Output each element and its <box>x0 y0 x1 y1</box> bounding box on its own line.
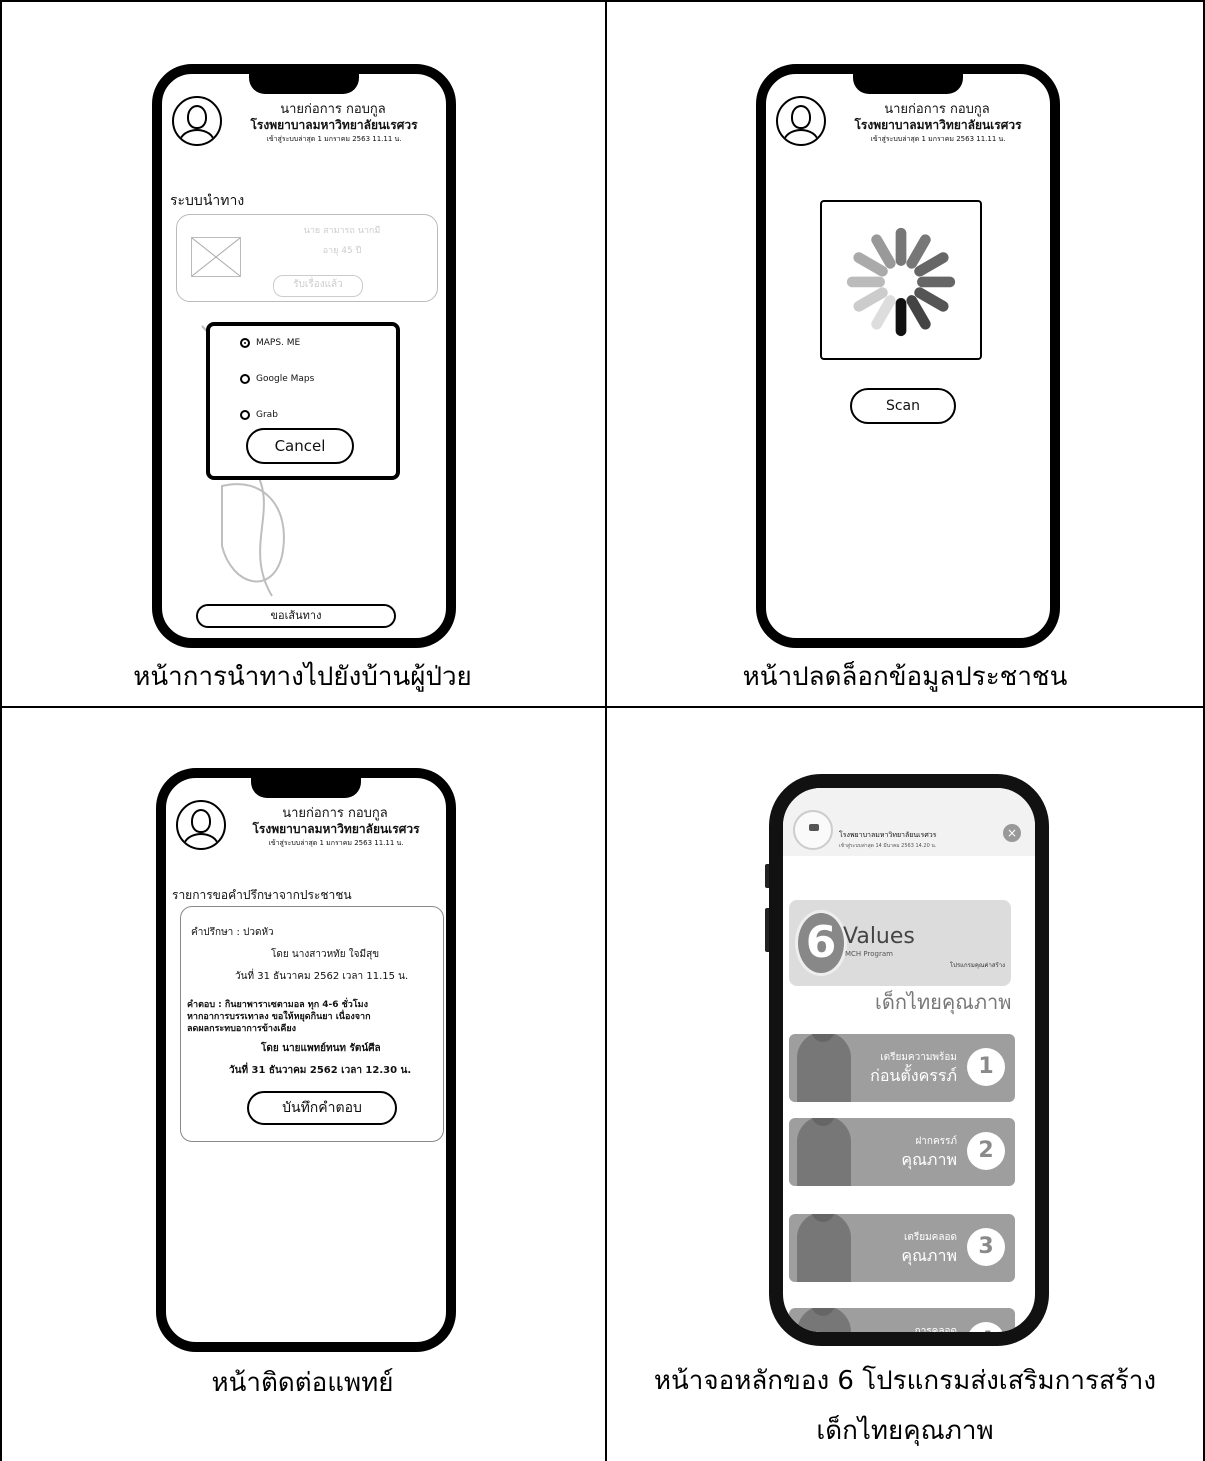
last-login: เข้าสู่ระบบล่าสุด 1 มกราคม 2563 11.11 น. <box>266 135 402 143</box>
phone-frame: นายก่อการ กอบกูล โรงพยาบาลมหาวิทยาลัยนเร… <box>156 768 456 1352</box>
illustration-icon <box>797 1034 851 1102</box>
option-maps-me[interactable]: MAPS. ME <box>240 338 300 348</box>
patient-card[interactable]: นาย สามารถ นากมี อายุ 45 ปี รับเรื่องแล้… <box>176 214 438 302</box>
last-login: เข้าสู่ระบบล่าสุด 1 มกราคม 2563 11.11 น. <box>268 839 404 847</box>
cell-mch: โรงพยาบาลมหาวิทยาลัยนเรศวร เข้าสู่ระบบล่… <box>605 708 1205 1461</box>
banner-small: โปรแกรมคุณค่าสร้าง <box>949 962 1005 969</box>
accepted-button[interactable]: รับเรื่องแล้ว <box>273 275 363 297</box>
caption-navigation: หน้าการนำทางไปยังบ้านผู้ป่วย <box>133 662 472 692</box>
avatar-icon <box>776 96 826 146</box>
save-answer-button[interactable]: บันทึกคำตอบ <box>247 1091 397 1125</box>
profile-header: นายก่อการ กอบกูล โรงพยาบาลมหาวิทยาลัยนเร… <box>166 800 446 870</box>
avatar-icon[interactable] <box>793 810 833 850</box>
user-org: โรงพยาบาลมหาวิทยาลัยนเรศวร <box>250 118 418 132</box>
avatar-icon <box>172 96 222 146</box>
cell-consult: นายก่อการ กอบกูล โรงพยาบาลมหาวิทยาลัยนเร… <box>0 708 605 1461</box>
phone-frame: นายก่อการ กอบกูล โรงพยาบาลมหาวิทยาลัยนเร… <box>756 64 1060 648</box>
patient-age: อายุ 45 ปี <box>322 246 362 256</box>
answered-date: วันที่ 31 ธันวาคม 2562 เวลา 12.30 น. <box>229 1065 412 1076</box>
image-placeholder-icon <box>191 237 241 277</box>
program-card-1[interactable]: เตรียมความพร้อม ก่อนตั้งครรภ์ 1 <box>789 1034 1015 1102</box>
banner-number: 6 <box>795 910 847 976</box>
banner-sub: MCH Program <box>845 950 893 958</box>
program-card-2[interactable]: ฝากครรภ์ คุณภาพ 2 <box>789 1118 1015 1186</box>
phone-notch <box>853 74 963 94</box>
answered-by: โดย นายแพทย์ทนท รัตน์ศีล <box>261 1043 381 1054</box>
phone-frame: โรงพยาบาลมหาวิทยาลัยนเรศวร เข้าสู่ระบบล่… <box>769 774 1049 1346</box>
answer-text: ลดผลกระทบอาการข้างเคียง <box>187 1024 297 1034</box>
cell-navigation: นายก่อการ กอบกูล โรงพยาบาลมหาวิทยาลัยนเร… <box>0 0 605 706</box>
user-org: โรงพยาบาลมหาวิทยาลัยนเรศวร <box>854 118 1022 132</box>
caption-mch-1: หน้าจอหลักของ 6 โปรแกรมส่งเสริมการสร้าง <box>653 1366 1157 1396</box>
radio-selected-icon[interactable] <box>240 338 250 348</box>
phone-notch <box>249 74 359 94</box>
page-title: ระบบนำทาง <box>170 193 245 209</box>
patient-name: นาย สามารถ นากมี <box>303 226 381 236</box>
profile-header: โรงพยาบาลมหาวิทยาลัยนเรศวร เข้าสู่ระบบล่… <box>783 788 1035 856</box>
question-text: คำปรึกษา : ปวดหัว <box>191 927 274 938</box>
user-org: โรงพยาบาลมหาวิทยาลัยนเรศวร <box>839 831 937 839</box>
map-app-dialog: MAPS. ME Google Maps Grab Cancel <box>206 322 400 480</box>
profile-header: นายก่อการ กอบกูล โรงพยาบาลมหาวิทยาลัยนเร… <box>162 96 446 166</box>
phone-notch <box>251 778 361 798</box>
program-card-3[interactable]: เตรียมคลอด คุณภาพ 3 <box>789 1214 1015 1282</box>
avatar-icon <box>176 800 226 850</box>
list-title: รายการขอคำปรึกษาจากประชาชน <box>172 888 352 902</box>
profile-header: นายก่อการ กอบกูล โรงพยาบาลมหาวิทยาลัยนเร… <box>766 96 1050 166</box>
phone-frame: นายก่อการ กอบกูล โรงพยาบาลมหาวิทยาลัยนเร… <box>152 64 456 648</box>
banner-word: Values <box>843 924 915 949</box>
cell-unlock: นายก่อการ กอบกูล โรงพยาบาลมหาวิทยาลัยนเร… <box>605 0 1205 706</box>
scan-button[interactable]: Scan <box>850 388 956 424</box>
program-card-4[interactable]: การคลอด 4 <box>789 1308 1015 1332</box>
illustration-icon <box>797 1214 851 1282</box>
option-grab[interactable]: Grab <box>240 410 278 420</box>
last-login: เข้าสู่ระบบล่าสุด 1 มกราคม 2563 11.11 น. <box>870 135 1006 143</box>
consult-card: คำปรึกษา : ปวดหัว โดย นางสาวหทัย ใจมีสุข… <box>180 906 444 1142</box>
option-google-maps[interactable]: Google Maps <box>240 374 314 384</box>
illustration-icon <box>797 1308 851 1332</box>
asked-date: วันที่ 31 ธันวาคม 2562 เวลา 11.15 น. <box>235 971 409 982</box>
request-route-button[interactable]: ขอเส้นทาง <box>196 604 396 628</box>
radio-icon[interactable] <box>240 374 250 384</box>
program-banner: 6 Values MCH Program โปรแกรมคุณค่าสร้าง <box>789 900 1011 986</box>
radio-icon[interactable] <box>240 410 250 420</box>
banner-title: เด็กไทยคุณภาพ <box>875 990 1012 1014</box>
user-org: โรงพยาบาลมหาวิทยาลัยนเรศวร <box>252 822 420 836</box>
cancel-button[interactable]: Cancel <box>246 428 354 464</box>
loading-spinner-icon <box>820 200 982 360</box>
illustration-icon <box>797 1118 851 1186</box>
caption-unlock: หน้าปลดล็อกข้อมูลประชาชน <box>742 662 1068 692</box>
asked-by: โดย นางสาวหทัย ใจมีสุข <box>271 949 380 960</box>
last-login: เข้าสู่ระบบล่าสุด 14 มีนาคม 2563 14.20 น… <box>839 843 937 849</box>
camera-icon <box>809 824 819 831</box>
caption-mch-2: เด็กไทยคุณภาพ <box>816 1416 994 1446</box>
caption-consult: หน้าติดต่อแพทย์ <box>211 1368 394 1398</box>
close-icon[interactable]: × <box>1003 824 1021 842</box>
